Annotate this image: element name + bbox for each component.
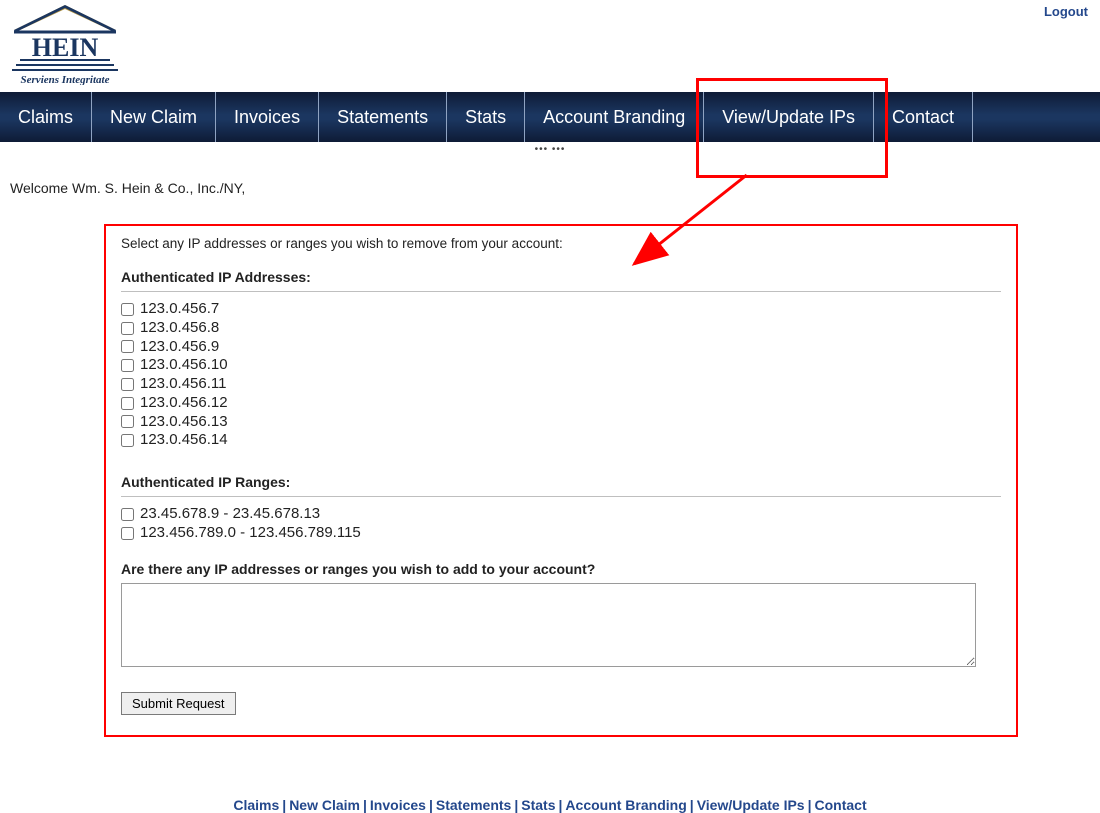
- ip-range-row: 23.45.678.9 - 23.45.678.13: [121, 505, 1001, 524]
- main-navbar: ClaimsNew ClaimInvoicesStatementsStatsAc…: [0, 92, 1100, 142]
- nav-item-view-update-ips[interactable]: View/Update IPs: [704, 92, 874, 142]
- ip-address-row: 123.0.456.9: [121, 338, 1001, 357]
- ip-address-row: 123.0.456.8: [121, 319, 1001, 338]
- ip-address-row: 123.0.456.7: [121, 300, 1001, 319]
- brand-logo: HEIN Serviens Integritate: [0, 0, 1100, 90]
- section-title-ip-addresses: Authenticated IP Addresses:: [121, 269, 1001, 285]
- nav-item-invoices[interactable]: Invoices: [216, 92, 319, 142]
- footer-separator: |: [690, 797, 694, 813]
- divider: [121, 291, 1001, 292]
- add-ip-textarea[interactable]: [121, 583, 976, 667]
- ip-address-value: 123.0.456.11: [140, 375, 226, 394]
- ip-address-row: 123.0.456.10: [121, 356, 1001, 375]
- footer-link-view-update-ips[interactable]: View/Update IPs: [697, 797, 805, 813]
- nav-item-account-branding[interactable]: Account Branding: [525, 92, 704, 142]
- ip-range-checkbox[interactable]: [121, 508, 134, 521]
- footer-link-claims[interactable]: Claims: [233, 797, 279, 813]
- svg-text:Serviens Integritate: Serviens Integritate: [21, 74, 110, 85]
- nav-item-new-claim[interactable]: New Claim: [92, 92, 216, 142]
- panel-intro-text: Select any IP addresses or ranges you wi…: [121, 236, 1001, 251]
- footer-link-stats[interactable]: Stats: [521, 797, 555, 813]
- welcome-text: Welcome Wm. S. Hein & Co., Inc./NY,: [0, 155, 1100, 224]
- submit-request-button[interactable]: Submit Request: [121, 692, 236, 715]
- ip-address-value: 123.0.456.8: [140, 319, 219, 338]
- ip-address-checkbox[interactable]: [121, 397, 134, 410]
- footer-links: Claims|New Claim|Invoices|Statements|Sta…: [0, 797, 1100, 813]
- footer-separator: |: [363, 797, 367, 813]
- footer-link-invoices[interactable]: Invoices: [370, 797, 426, 813]
- ip-address-checkbox[interactable]: [121, 378, 134, 391]
- ip-address-checkbox[interactable]: [121, 340, 134, 353]
- ip-address-row: 123.0.456.12: [121, 394, 1001, 413]
- footer-link-new-claim[interactable]: New Claim: [289, 797, 360, 813]
- footer-separator: |: [808, 797, 812, 813]
- ip-manage-panel: Select any IP addresses or ranges you wi…: [104, 224, 1018, 737]
- ip-address-value: 123.0.456.10: [140, 356, 228, 375]
- footer-separator: |: [282, 797, 286, 813]
- ip-address-row: 123.0.456.14: [121, 431, 1001, 450]
- ip-address-checkbox[interactable]: [121, 303, 134, 316]
- section-title-ip-ranges: Authenticated IP Ranges:: [121, 474, 1001, 490]
- ip-address-value: 123.0.456.7: [140, 300, 219, 319]
- add-ip-question: Are there any IP addresses or ranges you…: [121, 561, 1001, 577]
- nav-item-statements[interactable]: Statements: [319, 92, 447, 142]
- ip-range-value: 23.45.678.9 - 23.45.678.13: [140, 505, 320, 524]
- ip-range-checkbox[interactable]: [121, 527, 134, 540]
- ip-address-checkbox[interactable]: [121, 415, 134, 428]
- logout-link[interactable]: Logout: [1044, 4, 1088, 19]
- ip-address-checkbox[interactable]: [121, 434, 134, 447]
- footer-separator: |: [514, 797, 518, 813]
- nav-item-contact[interactable]: Contact: [874, 92, 973, 142]
- ip-address-checkbox[interactable]: [121, 322, 134, 335]
- footer-link-contact[interactable]: Contact: [815, 797, 867, 813]
- nav-item-claims[interactable]: Claims: [0, 92, 92, 142]
- ip-address-row: 123.0.456.13: [121, 413, 1001, 432]
- footer-link-account-branding[interactable]: Account Branding: [565, 797, 686, 813]
- footer-link-statements[interactable]: Statements: [436, 797, 511, 813]
- ip-address-value: 123.0.456.9: [140, 338, 219, 357]
- footer-separator: |: [559, 797, 563, 813]
- ip-range-row: 123.456.789.0 - 123.456.789.115: [121, 524, 1001, 543]
- ip-address-value: 123.0.456.12: [140, 394, 228, 413]
- divider: [121, 496, 1001, 497]
- svg-text:HEIN: HEIN: [32, 33, 99, 62]
- ip-address-row: 123.0.456.11: [121, 375, 1001, 394]
- nav-item-stats[interactable]: Stats: [447, 92, 525, 142]
- ip-address-value: 123.0.456.14: [140, 431, 228, 450]
- ip-address-value: 123.0.456.13: [140, 413, 228, 432]
- grip-dots: ••• •••: [0, 144, 1100, 155]
- footer-separator: |: [429, 797, 433, 813]
- ip-range-value: 123.456.789.0 - 123.456.789.115: [140, 524, 361, 543]
- ip-address-checkbox[interactable]: [121, 359, 134, 372]
